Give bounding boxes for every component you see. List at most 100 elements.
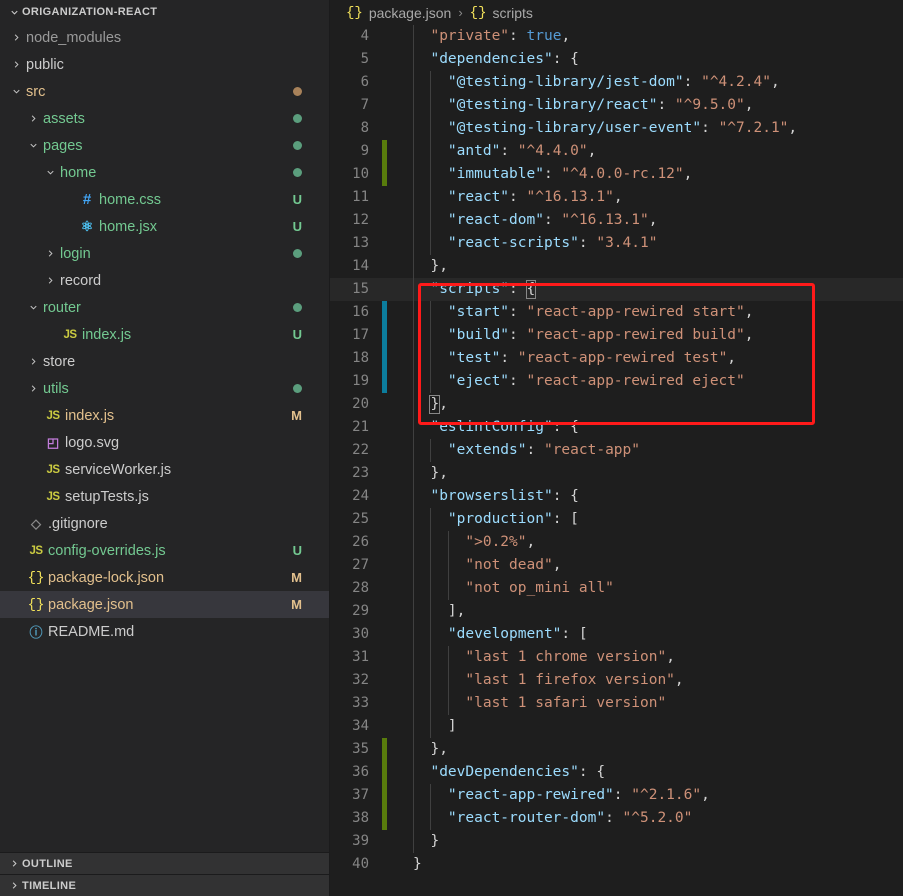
tree-item-node-modules[interactable]: node_modules xyxy=(0,24,330,51)
chevron-right-icon[interactable] xyxy=(25,383,42,394)
tree-item-public[interactable]: public xyxy=(0,51,330,78)
gutter-change-indicator xyxy=(382,646,387,669)
tree-item-utils[interactable]: utils xyxy=(0,375,330,402)
code-text: "dependencies": { xyxy=(430,51,579,67)
code-line[interactable]: 36 "devDependencies": { xyxy=(330,761,903,784)
chevron-right-icon[interactable] xyxy=(8,59,25,70)
chevron-right-icon[interactable] xyxy=(42,248,59,259)
panel-timeline[interactable]: TIMELINE xyxy=(0,874,330,896)
code-line[interactable]: 6 "@testing-library/jest-dom": "^4.2.4", xyxy=(330,71,903,94)
line-number: 20 xyxy=(352,396,369,412)
git-status-dot xyxy=(293,384,302,393)
code-line[interactable]: 35 }, xyxy=(330,738,903,761)
code-line[interactable]: 34 ] xyxy=(330,715,903,738)
code-line[interactable]: 39 } xyxy=(330,830,903,853)
code-line[interactable]: 19 "eject": "react-app-rewired eject" xyxy=(330,370,903,393)
tree-item-index-js[interactable]: JS index.js U xyxy=(0,321,330,348)
gutter-change-indicator xyxy=(382,623,387,646)
code-editor[interactable]: 4 "private": true, 5 "dependencies": {6 "… xyxy=(330,25,903,896)
tree-item-label: serviceWorker.js xyxy=(65,461,172,478)
code-line[interactable]: 33 "last 1 safari version" xyxy=(330,692,903,715)
sidebar-bottom-panels: OUTLINE TIMELINE xyxy=(0,852,330,896)
code-line[interactable]: 24 "browserslist": { xyxy=(330,485,903,508)
panel-outline[interactable]: OUTLINE xyxy=(0,852,330,874)
code-line[interactable]: 14 }, xyxy=(330,255,903,278)
code-lines[interactable]: 4 "private": true, 5 "dependencies": {6 "… xyxy=(330,25,903,876)
git-status-badge: M xyxy=(291,597,302,612)
chevron-right-icon[interactable] xyxy=(25,113,42,124)
code-line[interactable]: 32 "last 1 firefox version", xyxy=(330,669,903,692)
code-line[interactable]: 22 "extends": "react-app" xyxy=(330,439,903,462)
code-line[interactable]: 40} xyxy=(330,853,903,876)
tree-item-store[interactable]: store xyxy=(0,348,330,375)
explorer-sidebar: ORIGANIZATION-REACT node_modules public sr… xyxy=(0,0,330,896)
code-line[interactable]: 17 "build": "react-app-rewired build", xyxy=(330,324,903,347)
code-text: "react": "^16.13.1", xyxy=(447,189,623,205)
chevron-right-icon[interactable] xyxy=(42,275,59,286)
code-line[interactable]: 27 "not dead", xyxy=(330,554,903,577)
tree-item-router[interactable]: router xyxy=(0,294,330,321)
tree-item-record[interactable]: record xyxy=(0,267,330,294)
chevron-down-icon[interactable] xyxy=(25,302,42,313)
explorer-folder-header[interactable]: ORIGANIZATION-REACT xyxy=(0,0,330,24)
tree-item-serviceworker-js[interactable]: JS serviceWorker.js xyxy=(0,456,330,483)
code-text: "last 1 chrome version", xyxy=(465,649,675,665)
chevron-down-icon[interactable] xyxy=(8,86,25,97)
code-line[interactable]: 16 "start": "react-app-rewired start", xyxy=(330,301,903,324)
tree-item-home-jsx[interactable]: ⚛ home.jsx U xyxy=(0,213,330,240)
breadcrumb: {} package.json › {} scripts xyxy=(330,0,903,25)
code-line[interactable]: 9 "antd": "^4.4.0", xyxy=(330,140,903,163)
code-line[interactable]: 11 "react": "^16.13.1", xyxy=(330,186,903,209)
code-line[interactable]: 28 "not op_mini all" xyxy=(330,577,903,600)
code-line[interactable]: 21 "eslintConfig": { xyxy=(330,416,903,439)
code-line[interactable]: 5 "dependencies": { xyxy=(330,48,903,71)
breadcrumb-item-symbol[interactable]: {} scripts xyxy=(470,5,533,21)
code-line[interactable]: 4 "private": true, xyxy=(330,25,903,48)
breadcrumb-symbol-label: scripts xyxy=(492,4,533,21)
tree-item-pages[interactable]: pages xyxy=(0,132,330,159)
tree-item-config-overrides-js[interactable]: JS config-overrides.js U xyxy=(0,537,330,564)
code-line[interactable]: 12 "react-dom": "^16.13.1", xyxy=(330,209,903,232)
code-line[interactable]: 20 }, xyxy=(330,393,903,416)
code-line[interactable]: 15 "scripts": { xyxy=(330,278,903,301)
code-line[interactable]: 38 "react-router-dom": "^5.2.0" xyxy=(330,807,903,830)
code-line[interactable]: 8 "@testing-library/user-event": "^7.2.1… xyxy=(330,117,903,140)
code-line[interactable]: 31 "last 1 chrome version", xyxy=(330,646,903,669)
chevron-down-icon[interactable] xyxy=(25,140,42,151)
code-line[interactable]: 7 "@testing-library/react": "^9.5.0", xyxy=(330,94,903,117)
tree-item-readme-md[interactable]: ⓘ README.md xyxy=(0,618,330,645)
code-line[interactable]: 26 ">0.2%", xyxy=(330,531,903,554)
tree-item-src[interactable]: src xyxy=(0,78,330,105)
code-line[interactable]: 10 "immutable": "^4.0.0-rc.12", xyxy=(330,163,903,186)
tree-item-package-lock-json[interactable]: {} package-lock.json M xyxy=(0,564,330,591)
code-line[interactable]: 30 "development": [ xyxy=(330,623,903,646)
code-line[interactable]: 29 ], xyxy=(330,600,903,623)
chevron-down-icon[interactable] xyxy=(42,167,59,178)
tree-item-home-css[interactable]: # home.css U xyxy=(0,186,330,213)
tree-item-setuptests-js[interactable]: JS setupTests.js xyxy=(0,483,330,510)
code-line[interactable]: 18 "test": "react-app-rewired test", xyxy=(330,347,903,370)
tree-item-login[interactable]: login xyxy=(0,240,330,267)
editor-area: {} package.json › {} scripts 4 "private"… xyxy=(330,0,903,896)
code-text: "development": [ xyxy=(447,626,588,642)
code-line[interactable]: 25 "production": [ xyxy=(330,508,903,531)
line-number: 17 xyxy=(352,327,369,343)
tree-item-package-json[interactable]: {} package.json M xyxy=(0,591,330,618)
tree-item-home[interactable]: home xyxy=(0,159,330,186)
chevron-right-icon[interactable] xyxy=(25,356,42,367)
tree-item-label: home.jsx xyxy=(99,218,158,235)
tree-item-assets[interactable]: assets xyxy=(0,105,330,132)
code-line[interactable]: 37 "react-app-rewired": "^2.1.6", xyxy=(330,784,903,807)
line-number: 38 xyxy=(352,810,369,826)
tree-item-index-js[interactable]: JS index.js M xyxy=(0,402,330,429)
code-line[interactable]: 23 }, xyxy=(330,462,903,485)
chevron-right-icon[interactable] xyxy=(8,32,25,43)
tree-item-logo-svg[interactable]: ◰ logo.svg xyxy=(0,429,330,456)
line-number: 12 xyxy=(352,212,369,228)
code-line[interactable]: 13 "react-scripts": "3.4.1" xyxy=(330,232,903,255)
file-tree[interactable]: node_modules public src assets pages home # hom… xyxy=(0,24,330,852)
breadcrumb-item-file[interactable]: {} package.json xyxy=(346,5,451,21)
tree-item--gitignore[interactable]: ◇ .gitignore xyxy=(0,510,330,537)
git-status-dot xyxy=(293,249,302,258)
panel-outline-label: OUTLINE xyxy=(22,857,73,870)
